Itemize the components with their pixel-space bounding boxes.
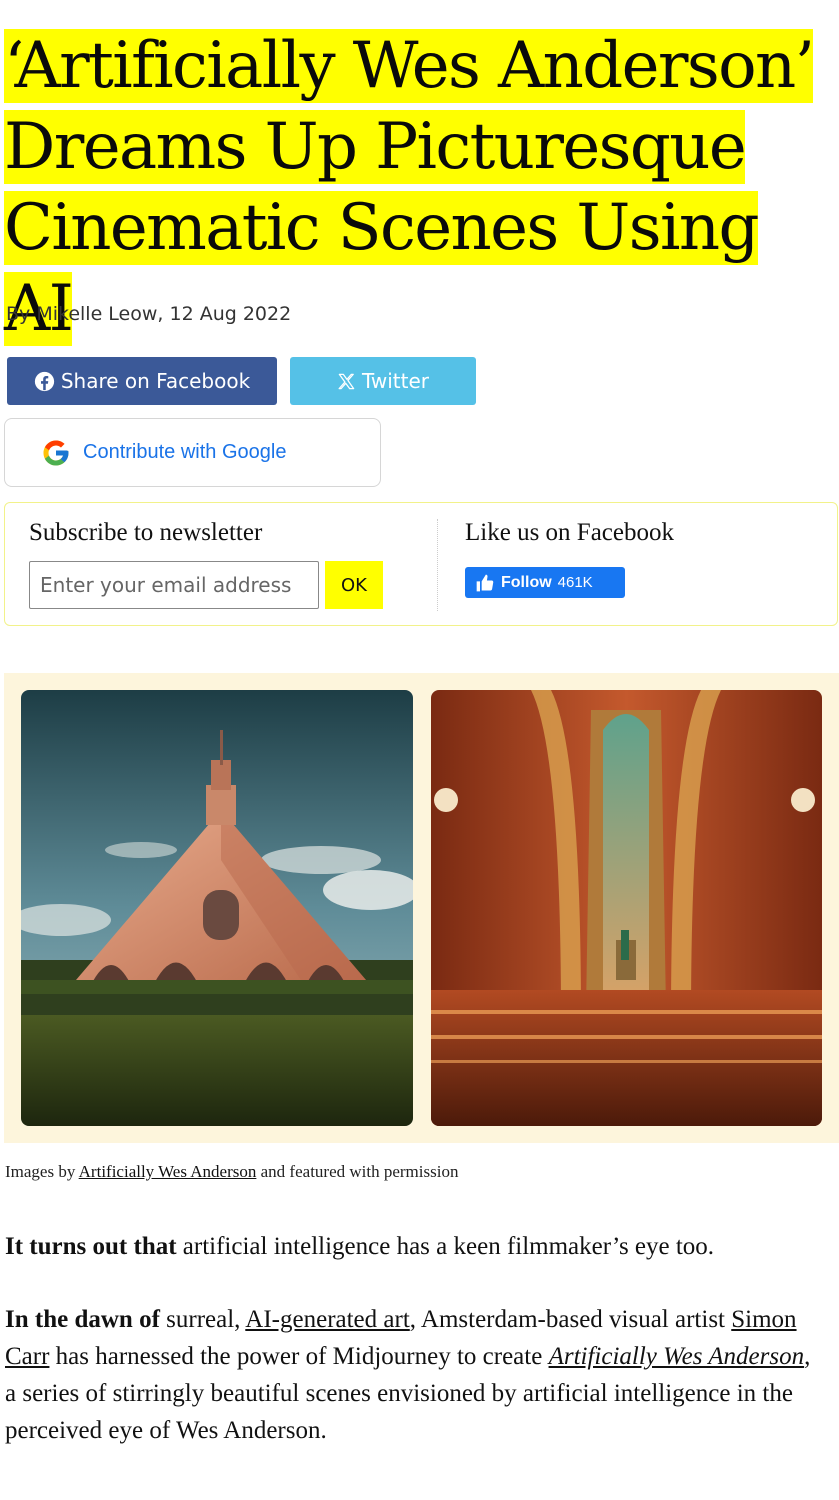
facebook-icon <box>34 371 54 391</box>
p2-text-3: has harnessed the power of Midjourney to… <box>49 1343 549 1370</box>
church-image[interactable] <box>21 690 413 1126</box>
artificially-wes-anderson-link[interactable]: Artificially Wes Anderson <box>549 1343 805 1370</box>
share-facebook-label: Share on Facebook <box>60 369 251 393</box>
x-logo-icon <box>338 373 355 389</box>
p2-text-2: , Amsterdam-based visual artist <box>409 1306 732 1333</box>
newsletter-box: Subscribe to newsletter OK Like us on Fa… <box>4 502 838 626</box>
ai-art-link[interactable]: AI-generated art <box>245 1306 409 1333</box>
p1-lead: It turns out that <box>5 1233 177 1260</box>
newsletter-title: Subscribe to newsletter <box>29 519 263 546</box>
paragraph-2: In the dawn of surreal, AI-generated art… <box>5 1301 825 1449</box>
share-facebook-button[interactable]: Share on Facebook <box>7 357 277 405</box>
google-g-icon <box>43 440 69 465</box>
p2-lead: In the dawn of <box>5 1306 160 1333</box>
image-gallery <box>4 673 839 1143</box>
share-twitter-button[interactable]: Twitter <box>290 357 476 405</box>
contribute-google-label: Contribute with Google <box>83 441 287 463</box>
thumbs-up-icon <box>476 574 494 591</box>
corridor-image[interactable] <box>431 690 822 1126</box>
p2-text-1: surreal, <box>159 1306 246 1333</box>
article-title: ‘Artificially Wes Anderson’ Dreams Up Pic… <box>4 26 839 350</box>
caption-link[interactable]: Artificially Wes Anderson <box>79 1162 257 1181</box>
paragraph-1: It turns out that artificial intelligenc… <box>5 1228 825 1265</box>
contribute-google-button[interactable]: Contribute with Google <box>4 418 381 487</box>
title-line-2: Dreams Up Picturesque <box>4 110 747 184</box>
follow-count: 461K <box>557 574 593 591</box>
share-twitter-label: Twitter <box>361 369 430 393</box>
follow-label: Follow <box>501 573 552 591</box>
p1-text: artificial intelligence has a keen filmm… <box>176 1233 715 1260</box>
image-caption: Images by Artificially Wes Anderson and … <box>5 1162 458 1182</box>
subscribe-ok-button[interactable]: OK <box>325 561 383 609</box>
caption-suffix: and featured with permission <box>256 1162 459 1181</box>
newsletter-divider <box>437 519 438 611</box>
facebook-follow-button[interactable]: Follow 461K <box>465 567 625 598</box>
caption-prefix: Images by <box>5 1162 79 1181</box>
title-line-1: ‘Artificially Wes Anderson’ <box>4 29 815 103</box>
article-byline: By Mikelle Leow, 12 Aug 2022 <box>6 303 292 325</box>
like-facebook-title: Like us on Facebook <box>465 519 674 546</box>
email-input[interactable] <box>29 561 319 609</box>
